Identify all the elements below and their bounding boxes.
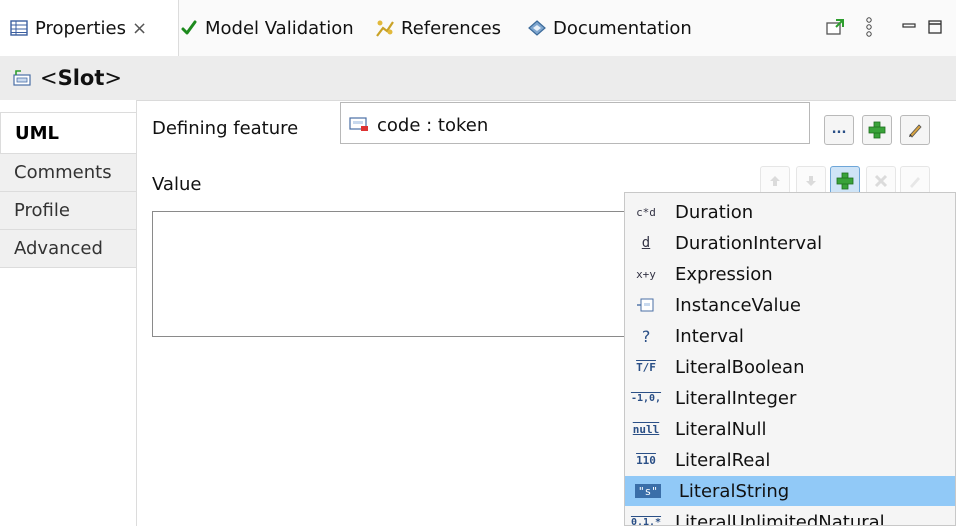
tab-documentation[interactable]: Documentation <box>526 0 692 56</box>
create-value-menu: c*d Duration d DurationInterval x+y Expr… <box>624 192 956 526</box>
value-label: Value <box>152 174 202 195</box>
menu-item-duration[interactable]: c*d Duration <box>625 197 955 227</box>
menu-item-label: Interval <box>675 325 744 347</box>
menu-item-label: LiteralUnlimitedNatural <box>675 511 885 526</box>
tab-model-validation-label: Model Validation <box>205 17 354 39</box>
tab-model-validation[interactable]: Model Validation <box>178 0 354 56</box>
section-tab-advanced[interactable]: Advanced <box>0 230 136 268</box>
expression-icon: x+y <box>636 267 656 281</box>
browse-button[interactable]: ... <box>824 115 854 145</box>
section-tab-comments[interactable]: Comments <box>0 154 136 192</box>
menu-item-literal-string[interactable]: "s" LiteralString <box>625 476 955 506</box>
checkmark-icon <box>178 17 200 39</box>
create-feature-button[interactable] <box>862 115 892 145</box>
close-icon[interactable]: × <box>132 18 147 39</box>
menu-item-interval[interactable]: ? Interval <box>625 321 955 351</box>
tab-documentation-label: Documentation <box>553 17 692 39</box>
maximize-icon[interactable] <box>924 14 946 40</box>
view-menu-icon[interactable] <box>858 14 880 40</box>
documentation-icon <box>526 17 548 39</box>
literal-integer-icon: -1,0, <box>630 392 662 404</box>
page-title: <Slot> <box>40 66 123 90</box>
menu-item-label: LiteralNull <box>675 418 767 440</box>
instance-icon <box>629 294 663 316</box>
section-tab-profile[interactable]: Profile <box>0 192 136 230</box>
tab-properties-label: Properties <box>35 17 126 39</box>
slot-icon <box>12 67 34 89</box>
arrow-up-icon <box>770 176 780 186</box>
defining-feature-value: code : token <box>377 115 489 136</box>
menu-item-literal-integer[interactable]: -1,0, LiteralInteger <box>625 383 955 413</box>
literal-unlimited-natural-icon: 0,1,* <box>630 516 662 526</box>
edit-feature-button[interactable] <box>900 115 930 145</box>
property-icon <box>349 115 371 133</box>
properties-header: <Slot> <box>0 56 956 101</box>
duration-interval-icon: d <box>641 235 651 251</box>
menu-item-literal-boolean[interactable]: T/F LiteralBoolean <box>625 352 955 382</box>
section-tab-uml[interactable]: UML <box>0 112 136 154</box>
menu-item-literal-null[interactable]: null LiteralNull <box>625 414 955 444</box>
pencil-icon <box>910 177 920 188</box>
menu-item-label: InstanceValue <box>675 294 801 316</box>
tab-properties[interactable]: Properties × <box>0 0 179 56</box>
menu-item-label: LiteralReal <box>675 449 771 471</box>
menu-item-literal-real[interactable]: 110 LiteralReal <box>625 445 955 475</box>
menu-item-literal-unlimited-natural[interactable]: 0,1,* LiteralUnlimitedNatural <box>625 507 955 526</box>
delete-icon <box>874 174 888 188</box>
interval-icon: ? <box>641 326 651 346</box>
value-list[interactable] <box>152 211 642 337</box>
literal-boolean-icon: T/F <box>636 360 656 374</box>
minimize-icon[interactable] <box>898 14 920 40</box>
menu-item-label: LiteralBoolean <box>675 356 805 378</box>
duration-icon: c*d <box>636 205 656 219</box>
tab-references[interactable]: References <box>374 0 501 56</box>
menu-item-label: LiteralInteger <box>675 387 797 409</box>
menu-item-instance-value[interactable]: InstanceValue <box>625 290 955 320</box>
arrow-down-icon <box>806 176 816 186</box>
properties-icon <box>8 17 30 39</box>
pencil-icon <box>909 124 922 138</box>
view-tab-strip: Properties × Model Validation References… <box>0 0 956 57</box>
menu-item-label: DurationInterval <box>675 232 823 254</box>
menu-item-label: Duration <box>675 201 754 223</box>
menu-item-label: LiteralString <box>678 480 790 502</box>
literal-null-icon: null <box>632 422 660 436</box>
literal-real-icon: 110 <box>636 453 656 467</box>
tab-references-label: References <box>401 17 502 39</box>
menu-item-expression[interactable]: x+y Expression <box>625 259 955 289</box>
add-icon <box>868 121 886 139</box>
menu-item-duration-interval[interactable]: d DurationInterval <box>625 228 955 258</box>
section-divider <box>136 100 137 526</box>
defining-feature-field[interactable]: code : token <box>340 102 810 144</box>
references-icon <box>374 17 396 39</box>
open-view-icon[interactable] <box>824 14 846 40</box>
ellipsis-icon: ... <box>831 122 847 137</box>
section-tabs: UML Comments Profile Advanced <box>0 100 136 526</box>
literal-string-icon: "s" <box>635 484 661 498</box>
add-icon <box>836 172 854 190</box>
defining-feature-label: Defining feature <box>152 118 299 139</box>
menu-item-label: Expression <box>675 263 773 285</box>
